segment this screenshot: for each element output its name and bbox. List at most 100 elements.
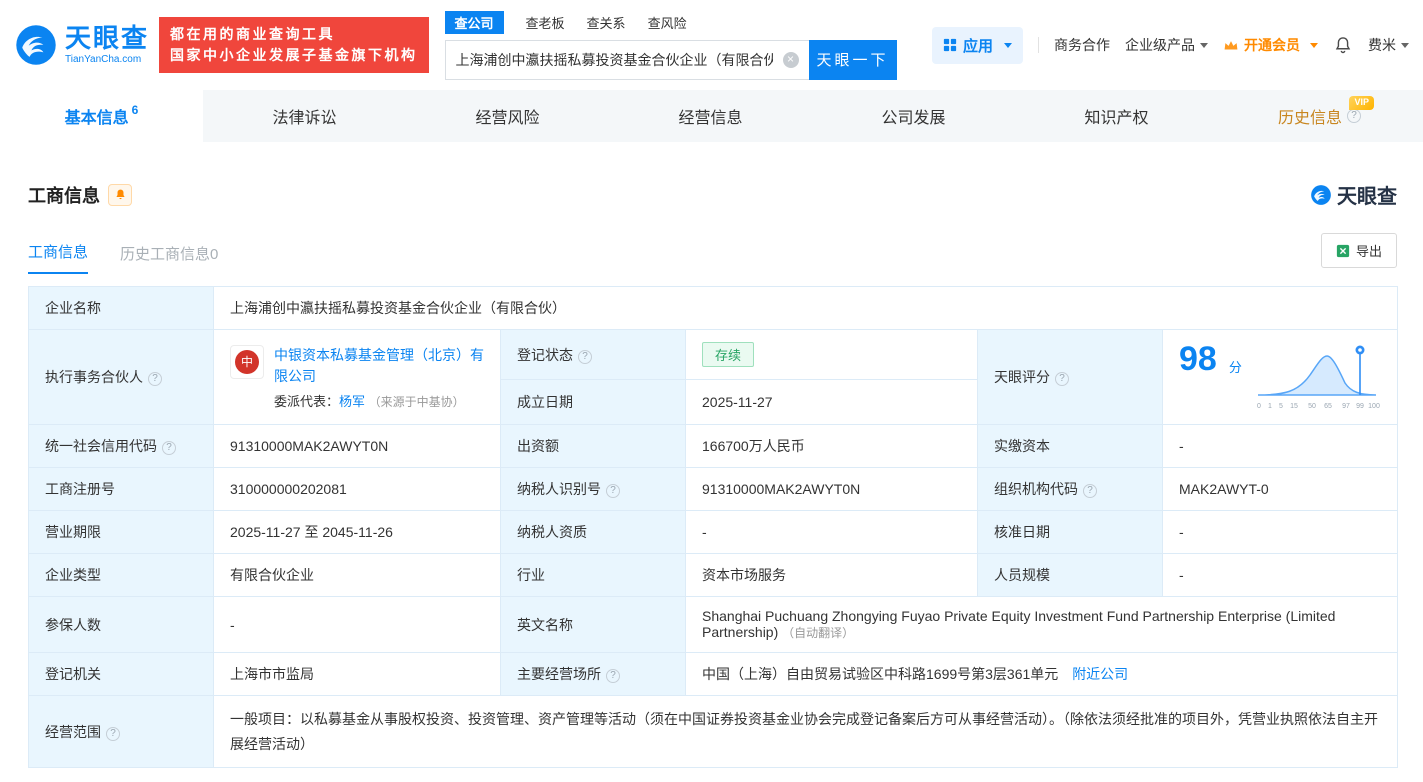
rep-label: 委派代表：: [274, 393, 340, 409]
apps-grid-icon: [943, 38, 957, 52]
tab-basic-info[interactable]: 基本信息 6: [0, 90, 203, 142]
table-row: 执行事务合伙人 中 中银资本私募基金管理（北京）有限公司 委派代表：杨军 （来源…: [28, 328, 1399, 425]
enterprise-products-link[interactable]: 企业级产品: [1125, 35, 1208, 55]
tab-lawsuit-label: 法律诉讼: [272, 110, 337, 127]
field-value-company-type: 有限合伙企业: [230, 567, 314, 583]
tab-history-info-label: 历史信息: [1277, 110, 1342, 127]
partner-logo[interactable]: 中: [230, 344, 264, 379]
vip-badge: VIP: [1349, 96, 1374, 110]
rep-link[interactable]: 杨军: [339, 394, 365, 409]
table-row: 统一社会信用代码 91310000MAK2AWYT0N 出资额 166700万人…: [28, 424, 1399, 468]
main-content: 工商信息 天眼查 工商信息 历史工商信息0 导出 企业名称 上海浦创中瀛扶摇私募…: [0, 180, 1423, 768]
score-axis-label: 99: [1356, 403, 1364, 410]
user-menu[interactable]: 费米: [1368, 35, 1409, 55]
vip-upgrade-label: 开通会员: [1244, 37, 1300, 53]
info-icon[interactable]: [606, 669, 620, 683]
field-label-industry: 行业: [517, 567, 545, 583]
promo-line1: 都在用的商业查询工具: [170, 26, 336, 42]
field-label-paid-capital: 实缴资本: [994, 438, 1050, 454]
business-info-table: 企业名称 上海浦创中瀛扶摇私募投资基金合伙企业（有限合伙） 执行事务合伙人 中 …: [28, 286, 1399, 768]
field-value-staff-size: -: [1179, 567, 1184, 583]
score-axis-label: 65: [1324, 403, 1332, 410]
field-label-credit-code: 统一社会信用代码: [45, 438, 157, 454]
tab-lawsuit[interactable]: 法律诉讼: [203, 90, 406, 142]
tianyancha-logo-icon: [16, 25, 56, 65]
score-axis-label: 97: [1342, 403, 1350, 410]
field-label-org-code: 组织机构代码: [994, 481, 1078, 497]
tab-operating-info-label: 经营信息: [678, 110, 743, 127]
search-input[interactable]: [444, 39, 809, 80]
tianyancha-logo-icon: [1311, 184, 1331, 205]
info-icon[interactable]: [148, 372, 162, 386]
caret-down-icon: [1310, 42, 1318, 48]
field-label-capital: 出资额: [517, 438, 559, 454]
info-icon[interactable]: [1083, 484, 1097, 498]
nearby-companies-link[interactable]: 附近公司: [1072, 666, 1128, 682]
username: 费米: [1368, 37, 1396, 53]
field-label-score: 天眼评分: [994, 369, 1050, 385]
search-tab-boss[interactable]: 查老板: [526, 13, 565, 32]
tab-operating-risk[interactable]: 经营风险: [406, 90, 609, 142]
field-value-reg-number: 310000000202081: [230, 481, 347, 497]
field-value-company-name: 上海浦创中瀛扶摇私募投资基金合伙企业（有限合伙）: [230, 300, 566, 316]
score-unit: 分: [1228, 360, 1242, 375]
info-icon[interactable]: [578, 349, 592, 364]
tianyancha-watermark: 天眼查: [1310, 180, 1397, 209]
tab-intellectual-property-label: 知识产权: [1084, 110, 1149, 127]
field-value-org-code: MAK2AWYT-0: [1179, 481, 1269, 497]
partner-company-link[interactable]: 中银资本私募基金管理（北京）有限公司: [274, 345, 484, 387]
tab-basic-info-label: 基本信息: [64, 110, 129, 127]
clear-icon[interactable]: [782, 51, 799, 68]
rep-source: （来源于中基协）: [368, 394, 465, 409]
table-row: 企业名称 上海浦创中瀛扶摇私募投资基金合伙企业（有限合伙）: [28, 286, 1399, 330]
field-label-business-scope: 经营范围: [45, 723, 101, 740]
info-icon[interactable]: [106, 726, 120, 741]
biz-cooperation-link[interactable]: 商务合作: [1054, 35, 1110, 55]
search-tab-risk[interactable]: 查风险: [648, 13, 687, 32]
info-icon[interactable]: [162, 441, 176, 455]
subtab-business-info[interactable]: 工商信息: [28, 241, 89, 274]
search-box: 查公司 查老板 查关系 查风险 天眼一下: [444, 10, 897, 80]
table-row: 企业类型 有限合伙企业 行业 资本市场服务 人员规模 -: [28, 553, 1399, 597]
brand-name: 天眼查: [65, 23, 150, 53]
top-header: 天眼查 TianYanCha.com 都在用的商业查询工具 国家中小企业发展子基…: [0, 0, 1423, 90]
tab-intellectual-property[interactable]: 知识产权: [1015, 90, 1218, 142]
watermark-label: 天眼查: [1337, 186, 1397, 208]
score-axis-label: 5: [1279, 403, 1283, 410]
subscribe-bell-icon[interactable]: [108, 183, 132, 206]
field-label-approval-date: 核准日期: [994, 524, 1050, 540]
field-label-company-name: 企业名称: [45, 300, 101, 316]
info-icon[interactable]: [1055, 372, 1069, 386]
tab-company-development[interactable]: 公司发展: [812, 90, 1015, 142]
search-button[interactable]: 天眼一下: [808, 39, 897, 80]
score-value: 98: [1179, 340, 1217, 378]
apps-button[interactable]: 应用: [931, 26, 1023, 64]
table-row: 营业期限 2025-11-27 至 2045-11-26 纳税人资质 - 核准日…: [28, 510, 1399, 554]
status-badge: 存续: [702, 342, 755, 368]
tab-history-info[interactable]: VIP 历史信息: [1218, 90, 1421, 142]
field-value-approval-date: -: [1179, 524, 1184, 540]
score-axis-label: 1: [1268, 403, 1272, 410]
notification-bell-icon[interactable]: [1333, 35, 1353, 55]
search-tab-relation[interactable]: 查关系: [587, 13, 626, 32]
info-icon[interactable]: [606, 484, 620, 498]
search-tab-company[interactable]: 查公司: [444, 10, 504, 34]
field-value-credit-code: 91310000MAK2AWYT0N: [230, 438, 389, 454]
tianyancha-logo[interactable]: 天眼查 TianYanCha.com: [14, 23, 149, 67]
tab-company-development-label: 公司发展: [881, 110, 946, 127]
vip-upgrade-link[interactable]: 开通会员: [1223, 35, 1318, 55]
field-label-reg-status: 登记状态: [517, 346, 573, 363]
tab-operating-info[interactable]: 经营信息: [609, 90, 812, 142]
promo-banner: 都在用的商业查询工具 国家中小企业发展子基金旗下机构: [159, 17, 429, 73]
field-value-reg-authority: 上海市市监局: [230, 666, 314, 682]
crown-icon: [1224, 40, 1238, 49]
field-label-reg-authority: 登记机关: [45, 666, 101, 682]
brand-domain: TianYanCha.com: [65, 54, 142, 65]
top-menu: 应用 商务合作 企业级产品 开通会员 费米: [931, 26, 1409, 64]
promo-line2: 国家中小企业发展子基金旗下机构: [170, 47, 418, 63]
subtab-history-business-info[interactable]: 历史工商信息0: [120, 243, 218, 274]
caret-down-icon: [1200, 42, 1208, 48]
info-icon[interactable]: [1347, 109, 1361, 123]
export-button[interactable]: 导出: [1320, 233, 1397, 268]
score-axis-label: 15: [1290, 403, 1298, 410]
